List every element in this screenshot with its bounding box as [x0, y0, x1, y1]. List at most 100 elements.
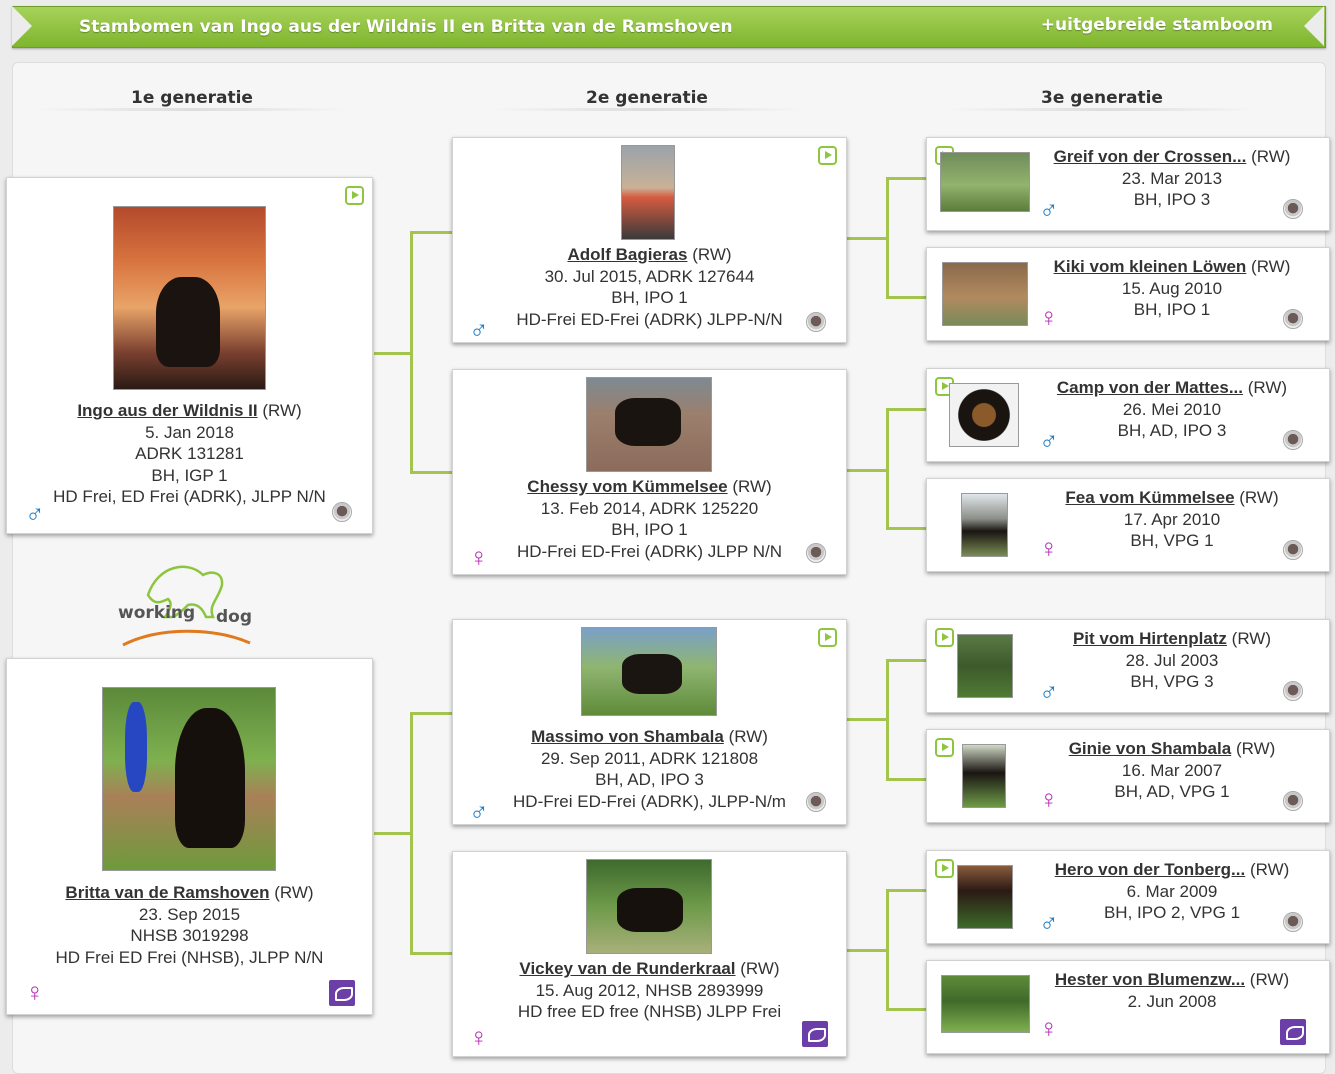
female-icon: ♀	[469, 542, 489, 572]
vip-dog-icon[interactable]	[1280, 1019, 1306, 1045]
rottweiler-icon[interactable]	[1283, 791, 1303, 811]
rottweiler-icon[interactable]	[1283, 430, 1303, 450]
dog-card-kiki: Kiki vom kleinen Löwen (RW) 15. Aug 2010…	[926, 247, 1330, 341]
extended-pedigree-link[interactable]: +uitgebreide stamboom	[1041, 15, 1273, 35]
dog-name-link[interactable]: Camp von der Mattes...	[1057, 378, 1243, 397]
dog-name-link[interactable]: Hero von der Tonberg...	[1055, 860, 1245, 879]
breed-tag: (RW)	[1247, 378, 1288, 397]
connector	[886, 296, 926, 299]
connector	[374, 832, 412, 835]
dog-photo[interactable]	[941, 975, 1030, 1033]
connector	[886, 527, 926, 530]
dog-photo[interactable]	[586, 859, 712, 954]
generation-3-heading: 3e generatie	[1041, 88, 1163, 108]
dog-photo[interactable]	[957, 865, 1013, 929]
rottweiler-icon[interactable]	[806, 312, 826, 332]
connector	[410, 231, 452, 234]
rottweiler-icon[interactable]	[806, 792, 826, 812]
connector	[846, 718, 888, 721]
dog-name-link[interactable]: Ingo aus der Wildnis II	[77, 401, 257, 420]
dog-name-link[interactable]: Greif von der Crossen...	[1054, 147, 1247, 166]
banner-fold-right	[1304, 6, 1324, 46]
dog-photo[interactable]	[581, 627, 717, 716]
dog-titles: BH, IGP 1	[151, 465, 228, 485]
dog-name-link[interactable]: Britta van de Ramshoven	[65, 883, 269, 902]
breed-tag: (RW)	[692, 245, 732, 264]
dog-birthdate-registration: 15. Aug 2012, NHSB 2893999	[535, 980, 764, 1000]
connector	[886, 1008, 926, 1011]
video-play-icon[interactable]	[818, 628, 837, 647]
dog-birthdate: 2. Jun 2008	[1127, 991, 1217, 1011]
dog-name-link[interactable]: Fea vom Kümmelsee	[1065, 488, 1234, 507]
dog-photo[interactable]	[113, 206, 266, 390]
dog-card-vickey: Vickey van de Runderkraal (RW) 15. Aug 2…	[452, 851, 847, 1057]
dog-photo[interactable]	[940, 152, 1030, 212]
dog-photo[interactable]	[102, 687, 276, 871]
connector	[846, 237, 888, 240]
dog-photo[interactable]	[962, 744, 1006, 808]
dog-titles: BH, IPO 3	[1133, 190, 1211, 209]
dog-name-link[interactable]: Kiki vom kleinen Löwen	[1054, 257, 1247, 276]
dog-health: HD Frei ED Frei (NHSB), JLPP N/N	[55, 947, 324, 967]
video-play-icon[interactable]	[935, 628, 954, 647]
dog-titles: BH, VPG 3	[1130, 672, 1214, 691]
dog-photo[interactable]	[957, 634, 1013, 698]
dog-name-link[interactable]: Massimo von Shambala	[531, 727, 724, 746]
rosette-ribbon	[125, 702, 147, 792]
connector	[886, 408, 926, 411]
video-play-icon[interactable]	[818, 146, 837, 165]
video-play-icon[interactable]	[935, 738, 954, 757]
dog-photo[interactable]	[586, 377, 712, 472]
video-play-icon[interactable]	[935, 859, 954, 878]
breed-tag: (RW)	[1251, 257, 1291, 276]
female-icon: ♀	[1039, 302, 1059, 332]
dog-silhouette	[617, 888, 683, 932]
video-play-icon[interactable]	[345, 186, 364, 205]
dog-name-link[interactable]: Chessy vom Kümmelsee	[527, 477, 727, 496]
breed-tag: (RW)	[732, 477, 772, 496]
dog-titles: BH, IPO 1	[611, 288, 688, 307]
generation-2-heading: 2e generatie	[586, 88, 708, 108]
connector	[886, 889, 926, 892]
dog-birthdate: 23. Sep 2015	[138, 904, 241, 924]
header-banner: Stambomen van Ingo aus der Wildnis II en…	[12, 6, 1326, 48]
vip-dog-icon[interactable]	[802, 1021, 828, 1047]
female-icon: ♀	[1039, 1013, 1059, 1043]
rottweiler-icon[interactable]	[1283, 199, 1303, 219]
dog-titles: BH, AD, VPG 1	[1114, 782, 1230, 801]
dog-name-link[interactable]: Pit vom Hirtenplatz	[1073, 629, 1227, 648]
vip-dog-icon[interactable]	[329, 980, 355, 1006]
dog-photo[interactable]	[621, 145, 675, 240]
dog-titles: BH, VPG 1	[1130, 531, 1214, 550]
rottweiler-icon[interactable]	[1283, 309, 1303, 329]
dog-name-link[interactable]: Adolf Bagieras	[567, 245, 687, 264]
male-icon: ♂	[1039, 425, 1059, 455]
dog-photo[interactable]	[949, 383, 1019, 447]
dog-birthdate: 23. Mar 2013	[1121, 168, 1223, 188]
dog-health: HD free ED free (NHSB) JLPP Frei	[517, 1002, 782, 1021]
dog-name-link[interactable]: Ginie von Shambala	[1069, 739, 1232, 758]
dog-card-ginie: Ginie von Shambala (RW) 16. Mar 2007 BH,…	[926, 729, 1330, 823]
dog-health: HD-Frei ED-Frei (ADRK) JLPP N/N	[516, 541, 783, 561]
dog-health: HD-Frei ED-Frei (ADRK) JLPP-N/N	[516, 309, 783, 329]
connector	[410, 712, 452, 715]
rottweiler-icon[interactable]	[806, 543, 826, 563]
connector	[886, 778, 926, 781]
dog-photo[interactable]	[961, 493, 1008, 557]
dog-titles: BH, AD, IPO 3	[595, 770, 704, 789]
logo-word-dog: dog	[216, 607, 253, 627]
dog-name-link[interactable]: Vickey van de Runderkraal	[519, 959, 735, 978]
connector	[886, 659, 889, 781]
dog-birthdate: 6. Mar 2009	[1126, 881, 1218, 901]
connector	[846, 949, 888, 952]
female-icon: ♀	[25, 977, 45, 1007]
dog-name-link[interactable]: Hester von Blumenzw...	[1055, 970, 1245, 989]
rottweiler-icon[interactable]	[1283, 912, 1303, 932]
breed-tag: (RW)	[1249, 970, 1290, 989]
connector	[410, 231, 413, 474]
dog-photo[interactable]	[942, 262, 1028, 326]
rottweiler-icon[interactable]	[1283, 681, 1303, 701]
rottweiler-icon[interactable]	[332, 502, 352, 522]
dog-silhouette	[622, 654, 682, 694]
rottweiler-icon[interactable]	[1283, 540, 1303, 560]
